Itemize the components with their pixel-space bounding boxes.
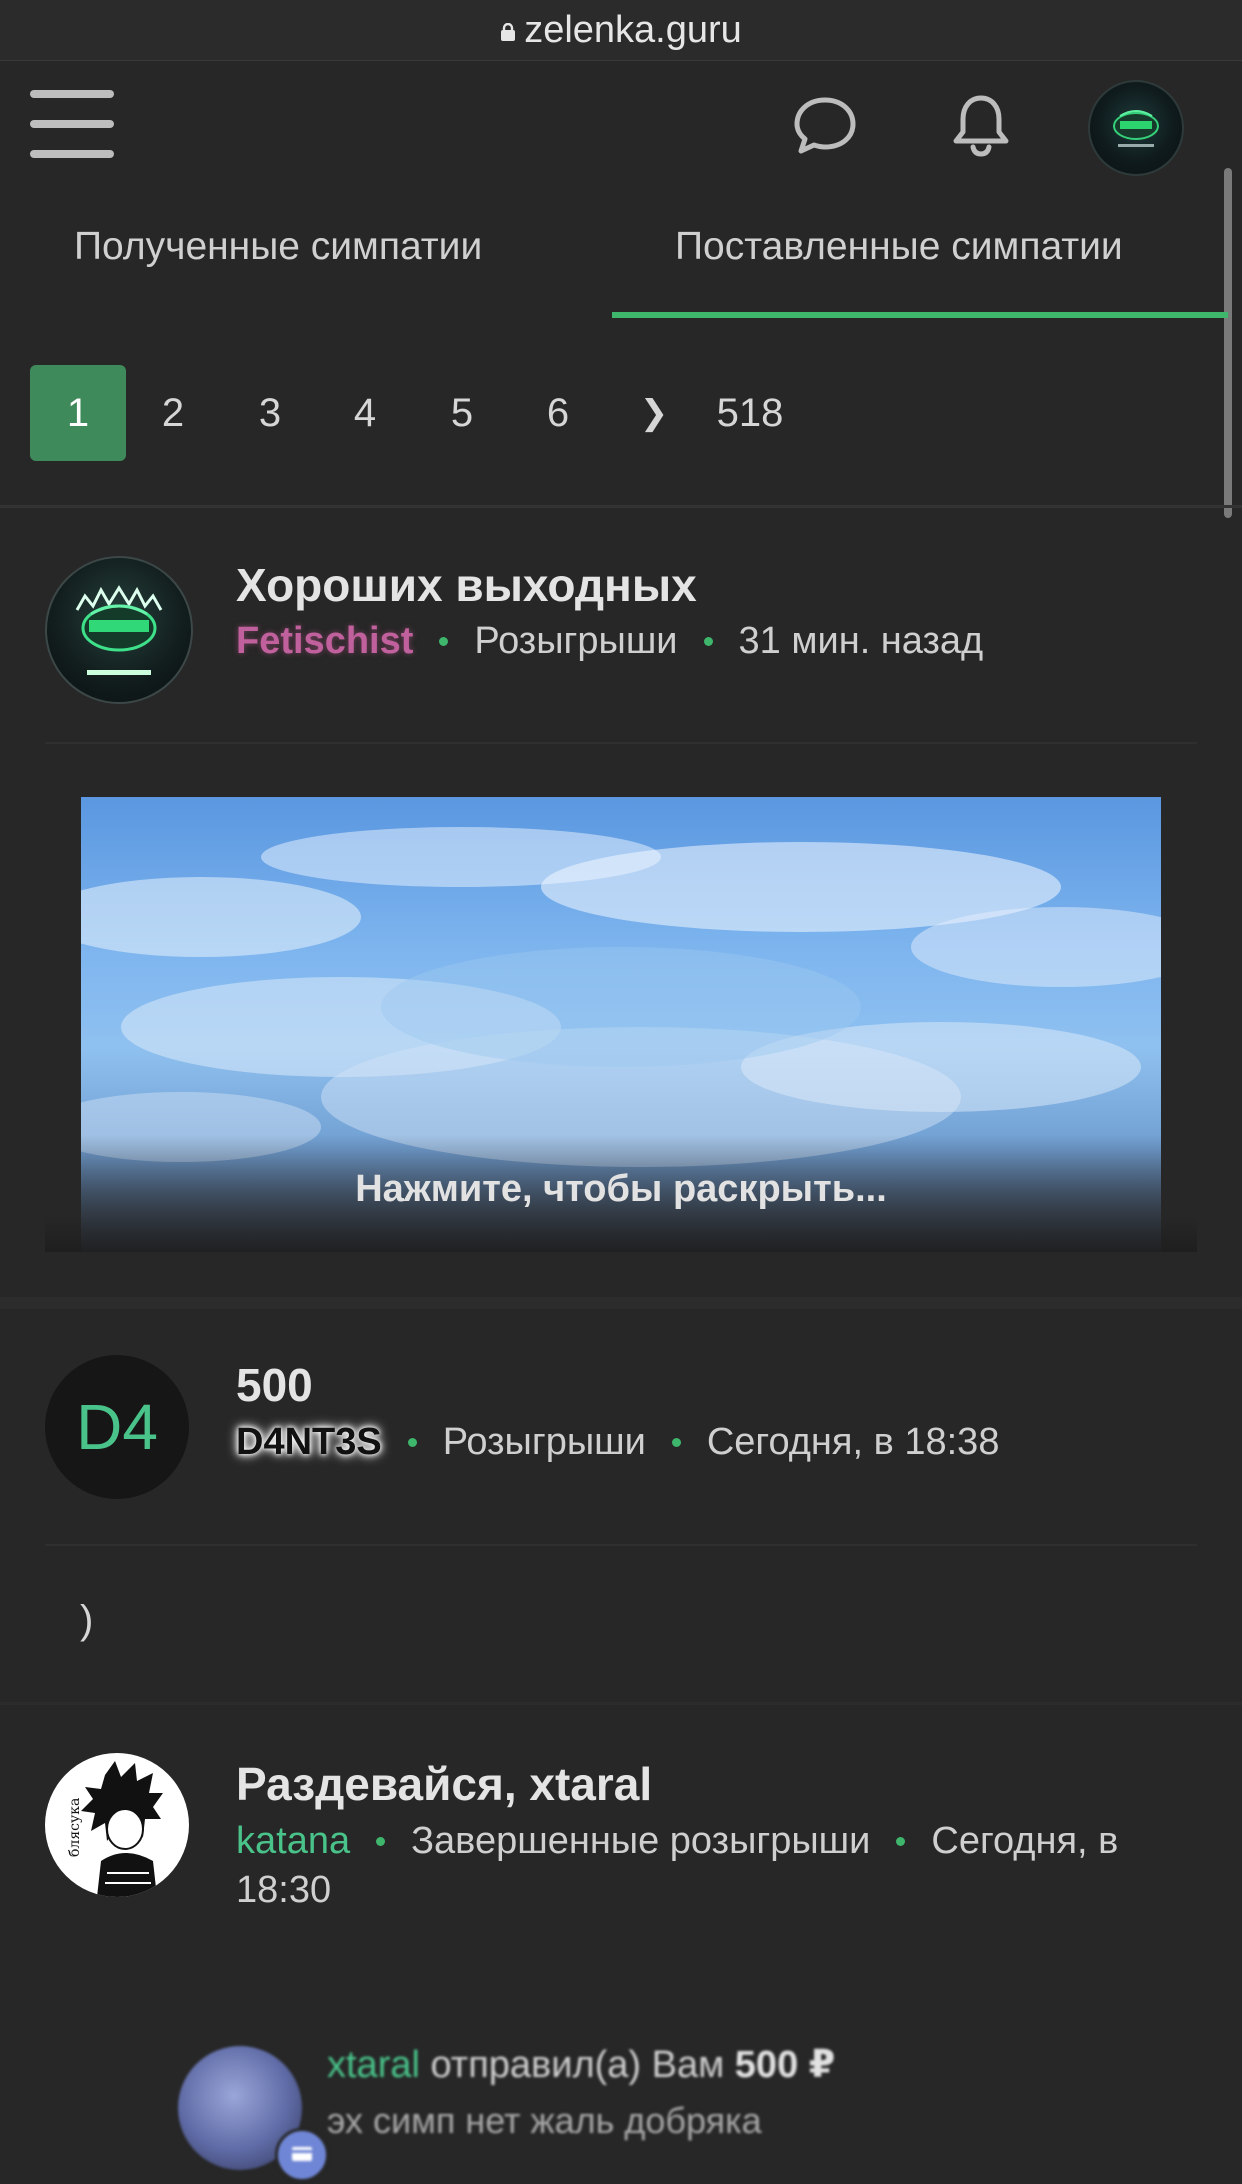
- post-divider: [45, 742, 1197, 744]
- address-bar[interactable]: zelenka.guru: [0, 0, 1242, 61]
- post-body: ): [80, 1598, 94, 1642]
- post-time: 31 мин. назад: [738, 620, 984, 662]
- post-divider: [45, 1544, 1197, 1546]
- post-title[interactable]: 500: [236, 1358, 313, 1412]
- next-page-button[interactable]: ❯: [606, 365, 702, 461]
- wallet-icon: [292, 2147, 312, 2161]
- page-6-button[interactable]: 6: [510, 365, 606, 461]
- post-meta: D4NT3S Розыгрыши Сегодня, в 18:38: [236, 1421, 999, 1464]
- post-separator: [0, 1702, 1242, 1705]
- chat-bubble-icon[interactable]: [790, 90, 860, 160]
- notice-user[interactable]: xtaral: [327, 2044, 420, 2086]
- expand-post-link[interactable]: Нажмите, чтобы раскрыть...: [0, 1168, 1242, 1211]
- page-1-button[interactable]: 1: [30, 365, 126, 461]
- post-avatar[interactable]: D4: [45, 1355, 189, 1499]
- post-title[interactable]: Хороших выходных: [236, 558, 697, 612]
- post-author[interactable]: katana: [236, 1820, 350, 1863]
- page-4-button[interactable]: 4: [317, 365, 413, 461]
- separator-dot: [671, 1438, 681, 1447]
- url-text: zelenka.guru: [524, 8, 742, 51]
- separator-dot: [896, 1837, 906, 1846]
- post-author[interactable]: D4NT3S: [236, 1421, 382, 1464]
- page-5-button[interactable]: 5: [414, 365, 510, 461]
- user-avatar-icon: [1113, 110, 1159, 147]
- post-forum[interactable]: Розыгрыши: [443, 1421, 646, 1464]
- tab-received-likes[interactable]: Полученные симпатии: [74, 225, 482, 269]
- notice-message: эх симп нет жаль добряка: [327, 2100, 762, 2141]
- post-forum[interactable]: Розыгрыши: [474, 620, 677, 663]
- scrollbar[interactable]: [1224, 168, 1232, 518]
- separator-dot: [703, 637, 713, 646]
- post-separator: [0, 1297, 1242, 1309]
- post-time-continued: 18:30: [236, 1869, 332, 1911]
- post-avatar[interactable]: [45, 556, 193, 704]
- page-2-button[interactable]: 2: [125, 365, 221, 461]
- separator-dot: [407, 1438, 417, 1447]
- post-title[interactable]: Раздевайся, xtaral: [236, 1757, 652, 1811]
- separator-dot: [439, 637, 449, 646]
- bell-icon[interactable]: [946, 90, 1016, 160]
- avatar-initials: D4: [76, 1391, 158, 1463]
- notice-line: xtaral отправил(а) Вам 500 ₽: [327, 2042, 835, 2087]
- last-page-button[interactable]: 518: [702, 365, 798, 461]
- notice-action: отправил(а) Вам: [430, 2044, 725, 2086]
- post-author[interactable]: Fetischist: [236, 620, 413, 663]
- active-tab-indicator: [612, 312, 1228, 318]
- avatar-caption: блясука: [67, 1797, 83, 1857]
- server-logo-icon: [75, 585, 163, 675]
- tab-given-likes[interactable]: Поставленные симпатии: [675, 225, 1123, 269]
- post-meta: katana Завершенные розыгрыши Сегодня, в: [236, 1820, 1118, 1863]
- notice-amount: 500 ₽: [734, 2044, 836, 2086]
- post-meta: Fetischist Розыгрыши 31 мин. назад: [236, 620, 983, 663]
- transfer-notice-card[interactable]: xtaral отправил(а) Вам 500 ₽ эх симп нет…: [175, 2040, 1242, 2182]
- post-time: Сегодня, в 18:38: [706, 1421, 1000, 1463]
- page-3-button[interactable]: 3: [222, 365, 318, 461]
- post-forum[interactable]: Завершенные розыгрыши: [411, 1820, 870, 1863]
- section-divider: [0, 505, 1242, 508]
- hamburger-menu-icon[interactable]: [30, 88, 114, 160]
- post-avatar[interactable]: блясука: [45, 1753, 189, 1897]
- transfer-badge-icon: [275, 2128, 329, 2182]
- post-time: Сегодня, в: [931, 1820, 1119, 1862]
- separator-dot: [376, 1837, 386, 1846]
- lock-icon: [501, 23, 516, 41]
- user-avatar[interactable]: [1088, 80, 1184, 176]
